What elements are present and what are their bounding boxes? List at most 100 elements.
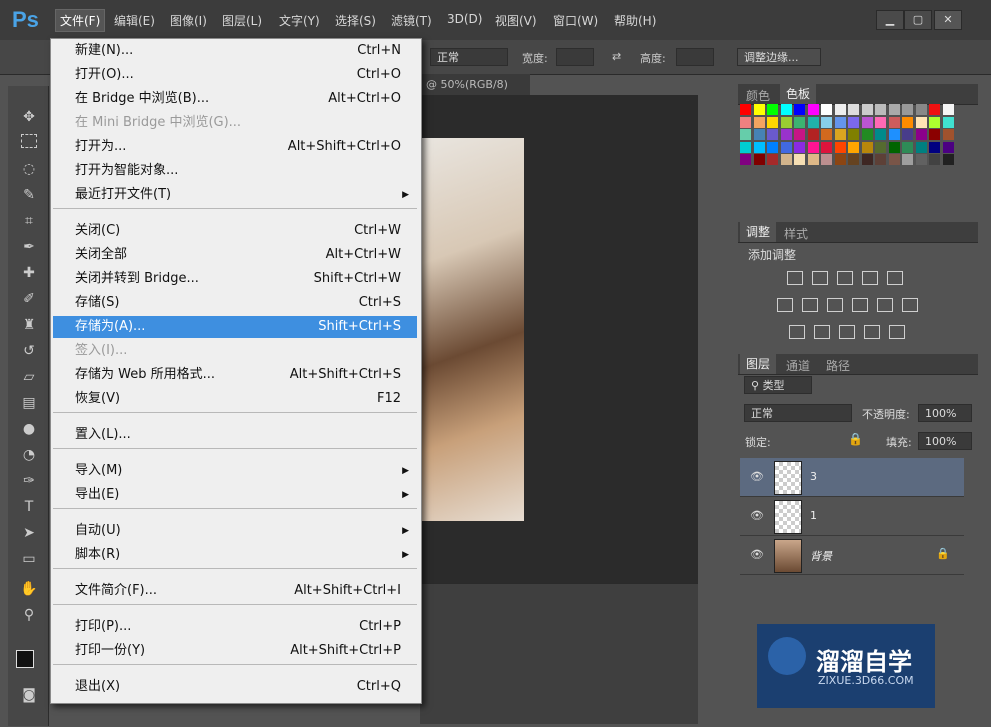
swatch-cell[interactable] xyxy=(848,104,859,115)
swatch-cell[interactable] xyxy=(942,116,954,128)
swatch-cell[interactable] xyxy=(794,141,805,153)
channel-mixer-icon[interactable] xyxy=(877,298,893,312)
swatch-cell[interactable] xyxy=(861,141,873,153)
swatch-cell[interactable] xyxy=(861,129,873,140)
blur-tool-icon[interactable]: ● xyxy=(20,420,38,438)
move-tool-icon[interactable]: ✥ xyxy=(20,108,38,126)
swatch-cell[interactable] xyxy=(767,129,778,140)
minimize-button[interactable]: ▁ xyxy=(876,10,904,30)
eraser-tool-icon[interactable]: ▱ xyxy=(20,368,38,386)
swatch-cell[interactable] xyxy=(821,104,832,115)
swatch-cell[interactable] xyxy=(821,116,832,128)
menu-item[interactable]: 打开(O)... Ctrl+O xyxy=(53,64,417,86)
swatch-cell[interactable] xyxy=(807,129,819,140)
swatch-cell[interactable] xyxy=(929,116,940,128)
menu-item[interactable]: 自动(U) ▶ xyxy=(53,520,417,542)
swatch-cell[interactable] xyxy=(753,116,765,128)
lock-icon[interactable]: 🔒 xyxy=(848,432,863,446)
menu-layer[interactable]: 图层(L) xyxy=(222,12,262,29)
swatch-cell[interactable] xyxy=(794,104,805,115)
swatch-cell[interactable] xyxy=(740,154,751,165)
swatch-cell[interactable] xyxy=(875,141,886,153)
menu-item[interactable]: 置入(L)... xyxy=(53,424,417,446)
swatch-cell[interactable] xyxy=(794,154,805,165)
swatch-cell[interactable] xyxy=(942,104,954,115)
document-tab[interactable]: @ 50%(RGB/8) xyxy=(420,74,530,96)
menu-type[interactable]: 文字(Y) xyxy=(279,12,320,29)
close-button[interactable]: ✕ xyxy=(934,10,962,30)
swatch-cell[interactable] xyxy=(902,116,913,128)
swatch-cell[interactable] xyxy=(888,154,900,165)
swatch-cell[interactable] xyxy=(767,154,778,165)
swatch-cell[interactable] xyxy=(794,129,805,140)
swatch-cell[interactable] xyxy=(929,104,940,115)
swatch-cell[interactable] xyxy=(807,154,819,165)
swatch-cell[interactable] xyxy=(834,129,846,140)
menu-item[interactable]: 脚本(R) ▶ xyxy=(53,544,417,566)
swatch-cell[interactable] xyxy=(848,116,859,128)
layer-row[interactable]: 👁 1 xyxy=(740,497,964,536)
swatch-cell[interactable] xyxy=(780,141,792,153)
swatch-cell[interactable] xyxy=(807,141,819,153)
opacity-input[interactable]: 100% xyxy=(918,404,972,422)
swatch-cell[interactable] xyxy=(753,129,765,140)
swatch-cell[interactable] xyxy=(942,154,954,165)
swatch-cell[interactable] xyxy=(915,116,927,128)
shape-tool-icon[interactable]: ▭ xyxy=(20,550,38,568)
photo-filter-icon[interactable] xyxy=(852,298,868,312)
menu-item[interactable]: 存储为(A)... Shift+Ctrl+S xyxy=(53,316,417,338)
menu-item[interactable]: 存储(S) Ctrl+S xyxy=(53,292,417,314)
swatch-cell[interactable] xyxy=(821,141,832,153)
swatch-cell[interactable] xyxy=(821,129,832,140)
swatch-cell[interactable] xyxy=(780,154,792,165)
levels-icon[interactable] xyxy=(812,271,828,285)
visibility-eye-icon[interactable]: 👁 xyxy=(750,470,764,483)
swatch-cell[interactable] xyxy=(902,129,913,140)
swatch-cell[interactable] xyxy=(753,141,765,153)
curves-icon[interactable] xyxy=(837,271,853,285)
swatch-cell[interactable] xyxy=(875,154,886,165)
selective-color-icon[interactable] xyxy=(889,325,905,339)
swatch-cell[interactable] xyxy=(915,141,927,153)
swatch-cell[interactable] xyxy=(740,129,751,140)
exposure-icon[interactable] xyxy=(862,271,878,285)
menu-item[interactable]: 导入(M) ▶ xyxy=(53,460,417,482)
swatch-cell[interactable] xyxy=(753,104,765,115)
swatch-cell[interactable] xyxy=(767,104,778,115)
hue-saturation-icon[interactable] xyxy=(777,298,793,312)
healing-brush-icon[interactable]: ✚ xyxy=(20,264,38,282)
swatch-cell[interactable] xyxy=(834,104,846,115)
lasso-tool-icon[interactable]: ◌ xyxy=(20,160,38,178)
threshold-icon[interactable] xyxy=(839,325,855,339)
menu-item[interactable]: 在 Bridge 中浏览(B)... Alt+Ctrl+O xyxy=(53,88,417,110)
swatch-cell[interactable] xyxy=(875,129,886,140)
swatch-cell[interactable] xyxy=(807,116,819,128)
menu-item[interactable]: 新建(N)... Ctrl+N xyxy=(53,40,417,62)
width-input[interactable] xyxy=(556,48,594,66)
swatch-cell[interactable] xyxy=(821,154,832,165)
swatch-cell[interactable] xyxy=(902,154,913,165)
swatch-cell[interactable] xyxy=(915,129,927,140)
menu-item[interactable]: 最近打开文件(T) ▶ xyxy=(53,184,417,206)
vibrance-icon[interactable] xyxy=(887,271,903,285)
menu-select[interactable]: 选择(S) xyxy=(335,12,376,29)
swatch-cell[interactable] xyxy=(753,154,765,165)
tab-styles[interactable]: 样式 xyxy=(784,225,808,242)
menu-item[interactable]: 打开为智能对象... xyxy=(53,160,417,182)
fill-input[interactable]: 100% xyxy=(918,432,972,450)
menu-item[interactable]: 关闭并转到 Bridge... Shift+Ctrl+W xyxy=(53,268,417,290)
maximize-button[interactable]: ▢ xyxy=(904,10,932,30)
menu-item[interactable]: 打开为... Alt+Shift+Ctrl+O xyxy=(53,136,417,158)
quick-select-icon[interactable]: ✎ xyxy=(20,186,38,204)
swatch-cell[interactable] xyxy=(861,154,873,165)
swatch-cell[interactable] xyxy=(888,104,900,115)
history-brush-icon[interactable]: ↺ xyxy=(20,342,38,360)
tab-channels[interactable]: 通道 xyxy=(786,357,810,374)
color-lookup-icon[interactable] xyxy=(902,298,918,312)
pen-tool-icon[interactable]: ✑ xyxy=(20,472,38,490)
menu-item[interactable]: 关闭(C) Ctrl+W xyxy=(53,220,417,242)
swatch-cell[interactable] xyxy=(740,141,751,153)
swatch-cell[interactable] xyxy=(767,116,778,128)
menu-file[interactable]: 文件(F) xyxy=(55,9,106,32)
gradient-tool-icon[interactable]: ▤ xyxy=(20,394,38,412)
